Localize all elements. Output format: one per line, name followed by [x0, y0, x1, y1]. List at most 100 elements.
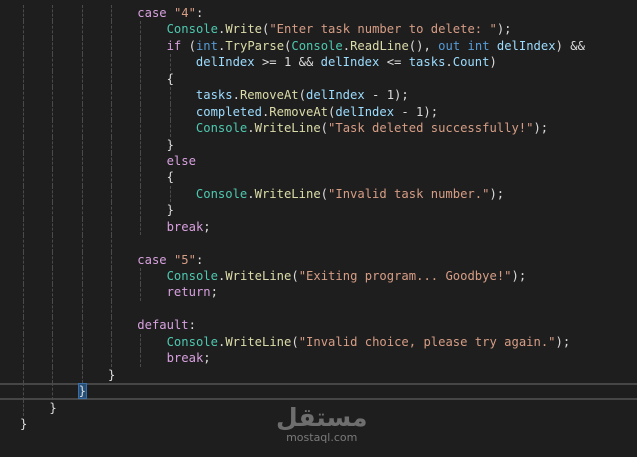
indent-guide [140, 21, 142, 38]
code-token: tasks [195, 88, 233, 103]
code-token: WriteLine [254, 186, 321, 201]
code-token: { [166, 71, 174, 86]
indent-guide [23, 152, 24, 170]
indent-guide [140, 120, 142, 137]
indent-guide [23, 21, 24, 38]
code-line[interactable]: } [0, 366, 637, 384]
code-token: TryParse [225, 38, 285, 53]
code-token: ); [489, 186, 505, 201]
code-token: . [342, 38, 351, 53]
indent-guide [52, 54, 54, 71]
code-token: : [188, 318, 196, 333]
indent-guide [140, 185, 142, 203]
code-token: "5" [173, 252, 196, 267]
code-text: Console.WriteLine("Invalid task number."… [196, 186, 504, 202]
code-token: Console [166, 334, 218, 349]
code-line[interactable]: } [0, 202, 637, 219]
indent-guide [110, 284, 112, 301]
code-token: { [166, 170, 174, 185]
code-token: } [20, 416, 28, 431]
code-text: } [167, 202, 174, 218]
indent-guide [140, 136, 142, 153]
indent-guide [110, 300, 112, 318]
code-text: } [49, 400, 56, 416]
code-token: break [166, 351, 204, 366]
code-line[interactable]: Console.WriteLine("Invalid task number."… [0, 185, 637, 203]
code-token: >= 1 && [254, 55, 321, 70]
code-token: return [166, 285, 211, 300]
code-line[interactable]: completed.RemoveAt(delIndex - 1); [0, 103, 637, 121]
code-line[interactable]: tasks.RemoveAt(delIndex - 1); [0, 87, 637, 104]
code-line[interactable]: Console.WriteLine("Exiting program... Go… [0, 268, 637, 285]
indent-guide [81, 70, 83, 88]
code-line[interactable]: Console.WriteLine("Invalid choice, pleas… [0, 333, 637, 351]
code-line[interactable]: Console.WriteLine("Task deleted successf… [0, 120, 637, 137]
code-line[interactable]: Console.Write("Enter task number to dele… [0, 21, 637, 38]
indent-guide [52, 202, 54, 219]
indent-guide [81, 185, 83, 203]
indent-guide [52, 284, 54, 301]
code-token: <= [379, 55, 409, 70]
indent-guide [140, 333, 142, 351]
indent-guide [52, 120, 54, 137]
code-line[interactable]: return; [0, 284, 637, 301]
code-line[interactable]: case "5": [0, 251, 637, 268]
code-text: return; [167, 284, 218, 300]
code-token: ) [489, 55, 497, 70]
code-token: tasks [408, 55, 446, 70]
indent-guide [23, 202, 24, 219]
indent-guide [140, 70, 142, 88]
code-token: delIndex [335, 104, 395, 119]
code-token: (), [408, 38, 439, 53]
indent-guide [81, 54, 83, 71]
indent-guide [169, 87, 171, 104]
code-line[interactable]: break; [0, 218, 637, 236]
code-token: ( [291, 334, 299, 349]
code-line[interactable]: case "4": [0, 5, 637, 22]
code-line[interactable]: { [0, 169, 637, 186]
code-line[interactable] [0, 300, 637, 318]
indent-guide [81, 103, 83, 121]
code-text: { [167, 169, 174, 185]
code-token: RemoveAt [239, 88, 299, 103]
code-text: Console.WriteLine("Exiting program... Go… [167, 268, 527, 284]
indent-guide [110, 169, 112, 186]
indent-guide [81, 268, 83, 285]
indent-guide [52, 70, 54, 88]
code-line[interactable]: } [0, 136, 637, 153]
indent-guide [23, 54, 24, 71]
indent-guide [81, 251, 83, 268]
indent-guide [110, 202, 112, 219]
code-text: Console.WriteLine("Task deleted successf… [196, 120, 548, 136]
code-text: } [108, 367, 115, 383]
code-token: ReadLine [350, 38, 409, 53]
code-line[interactable]: else [0, 152, 637, 170]
code-line[interactable]: { [0, 70, 637, 88]
code-line[interactable]: break; [0, 350, 637, 367]
indent-guide [169, 54, 171, 71]
code-token: Count [452, 55, 490, 70]
indent-guide [23, 185, 24, 203]
indent-guide [110, 37, 112, 55]
code-line[interactable]: delIndex >= 1 && delIndex <= tasks.Count… [0, 54, 637, 71]
indent-guide [81, 202, 83, 219]
indent-guide [81, 87, 83, 104]
code-editor[interactable]: case "4": Console.Write("Enter task numbe… [0, 5, 637, 432]
indent-guide [23, 120, 24, 137]
code-token: ( [320, 186, 329, 201]
code-line[interactable] [0, 235, 637, 252]
code-token: WriteLine [225, 334, 292, 349]
indent-guide [52, 136, 54, 153]
code-line[interactable]: } [0, 383, 637, 400]
code-text: Console.Write("Enter task number to dele… [167, 21, 512, 37]
code-token: Console [195, 186, 248, 201]
code-line[interactable]: default: [0, 317, 637, 334]
indent-guide [81, 152, 83, 170]
code-line[interactable]: if (int.TryParse(Console.ReadLine(), out… [0, 37, 637, 55]
code-text: } [167, 137, 174, 153]
code-token: case [137, 6, 167, 20]
indent-guide [52, 333, 54, 351]
